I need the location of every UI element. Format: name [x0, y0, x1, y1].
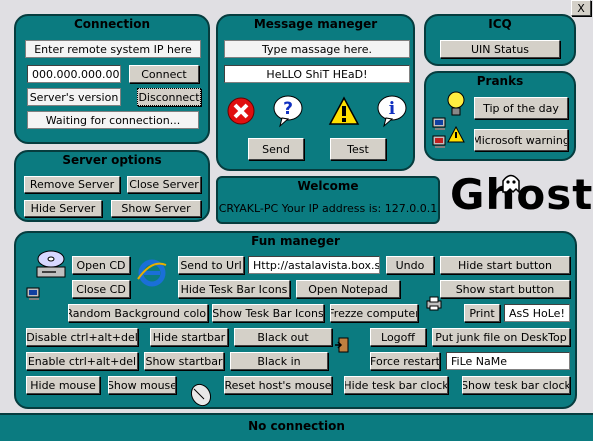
url-input[interactable]: Http://astalavista.box.sk — [248, 256, 380, 274]
mouse-icon — [188, 379, 216, 407]
freeze-computer-button[interactable]: Frezze computer — [330, 304, 418, 322]
hide-start-button-button[interactable]: Hide start button — [440, 256, 570, 274]
fun-manager-panel: Fun maneger Open CD Close CD Send to Url… — [14, 231, 577, 409]
disconnect-button[interactable]: Disconnect — [137, 88, 201, 106]
undo-button[interactable]: Undo — [386, 256, 434, 274]
message-text-input[interactable]: HeLLO ShiT HEaD! — [224, 65, 410, 83]
open-cd-button[interactable]: Open CD — [72, 256, 130, 274]
svg-text:?: ? — [283, 99, 293, 119]
reset-mouse-button[interactable]: Reset host's mouse — [224, 376, 332, 394]
server-version-label: Server's version — [27, 88, 121, 106]
door-exit-icon — [334, 337, 350, 353]
show-task-bar-icons-button[interactable]: Show Tesk Bar Icons — [212, 304, 324, 322]
computer-icon-2 — [432, 135, 448, 149]
send-to-url-button[interactable]: Send to Url — [178, 256, 244, 274]
fun-manager-title: Fun maneger — [251, 234, 340, 248]
pranks-title: Pranks — [476, 74, 524, 88]
lightbulb-icon — [444, 90, 468, 118]
connection-panel: Connection Enter remote system IP here 0… — [14, 14, 210, 144]
welcome-panel: Welcome CRYAKL-PC Your IP address is: 12… — [216, 176, 440, 224]
remove-server-button[interactable]: Remove Server — [24, 176, 120, 193]
welcome-title: Welcome — [297, 179, 359, 193]
connection-status: Waiting for connection... — [27, 111, 199, 129]
microsoft-warning-button[interactable]: Microsoft warning — [474, 129, 568, 151]
server-options-panel: Server options Remove Server Close Serve… — [14, 150, 210, 222]
open-notepad-button[interactable]: Open Notepad — [296, 280, 400, 298]
show-start-button-button[interactable]: Show start button — [440, 280, 570, 298]
hide-startbar-button[interactable]: Hide startbar — [150, 328, 228, 346]
connect-button[interactable]: Connect — [129, 65, 199, 83]
ip-input[interactable]: 000.000.000.000 — [27, 65, 121, 83]
ip-prompt-label: Enter remote system IP here — [25, 40, 201, 58]
icq-title: ICQ — [488, 17, 512, 31]
hide-server-button[interactable]: Hide Server — [24, 200, 102, 217]
tip-of-the-day-button[interactable]: Tip of the day — [474, 97, 568, 119]
hide-task-bar-icons-button[interactable]: Hide Tesk Bar Icons — [178, 280, 290, 298]
hide-mouse-button[interactable]: Hide mouse — [26, 376, 100, 394]
send-button[interactable]: Send — [248, 138, 304, 160]
close-cd-button[interactable]: Close CD — [72, 280, 130, 298]
close-button[interactable]: X — [571, 0, 591, 16]
put-junk-file-button[interactable]: Put junk file on DeskTop — [432, 328, 570, 346]
message-title: Message maneger — [253, 17, 378, 31]
computer-small-icon — [26, 287, 42, 301]
close-icon: X — [577, 1, 585, 15]
black-out-button[interactable]: Black out — [234, 328, 332, 346]
pranks-panel: Pranks Tip of the day Microsoft warning — [424, 71, 576, 161]
test-button[interactable]: Test — [330, 138, 386, 160]
connection-title: Connection — [73, 17, 151, 31]
message-panel: Message maneger Type massage here. HeLLO… — [216, 14, 415, 171]
enable-ctrl-alt-del-button[interactable]: Enable ctrl+alt+del — [26, 352, 138, 370]
cd-drive-icon — [34, 249, 68, 281]
printer-icon — [425, 295, 443, 311]
force-restart-button[interactable]: Force restart — [370, 352, 440, 370]
show-mouse-button[interactable]: Show mouse — [108, 376, 176, 394]
logoff-button[interactable]: Logoff — [370, 328, 426, 346]
network-warning-icon — [446, 125, 466, 145]
show-server-button[interactable]: Show Server — [111, 200, 201, 217]
svg-text:i: i — [389, 99, 396, 119]
disable-ctrl-alt-del-button[interactable]: Disable ctrl+alt+del — [26, 328, 138, 346]
ghost-logo: Ghost — [446, 170, 592, 226]
status-bar-text: No connection — [248, 419, 345, 433]
error-icon[interactable] — [226, 96, 256, 126]
show-startbar-button[interactable]: Show startbar — [144, 352, 224, 370]
welcome-text: CRYAKL-PC Your IP address is: 127.0.0.1 — [218, 202, 438, 215]
print-button[interactable]: Print — [464, 304, 500, 322]
random-background-button[interactable]: Random Background color — [68, 304, 208, 322]
warning-icon[interactable] — [328, 96, 360, 126]
hide-task-bar-clock-button[interactable]: Hide tesk bar clock — [344, 376, 448, 394]
close-server-button[interactable]: Close Server — [127, 176, 201, 193]
server-options-title: Server options — [62, 153, 162, 167]
status-bar: No connection — [0, 413, 593, 441]
print-text-input[interactable]: AsS HoLe! — [504, 304, 570, 322]
show-task-bar-clock-button[interactable]: Show tesk bar clock — [462, 376, 570, 394]
black-in-button[interactable]: Black in — [230, 352, 328, 370]
icq-panel: ICQ UIN Status — [424, 14, 576, 66]
question-icon[interactable]: ? — [272, 94, 304, 128]
message-prompt-label: Type massage here. — [224, 40, 410, 58]
internet-explorer-icon — [136, 257, 168, 289]
file-name-input[interactable]: FiLe NaMe — [446, 352, 570, 370]
ghost-icon — [502, 174, 520, 194]
uin-status-button[interactable]: UIN Status — [440, 40, 560, 58]
info-icon[interactable]: i — [376, 94, 408, 128]
